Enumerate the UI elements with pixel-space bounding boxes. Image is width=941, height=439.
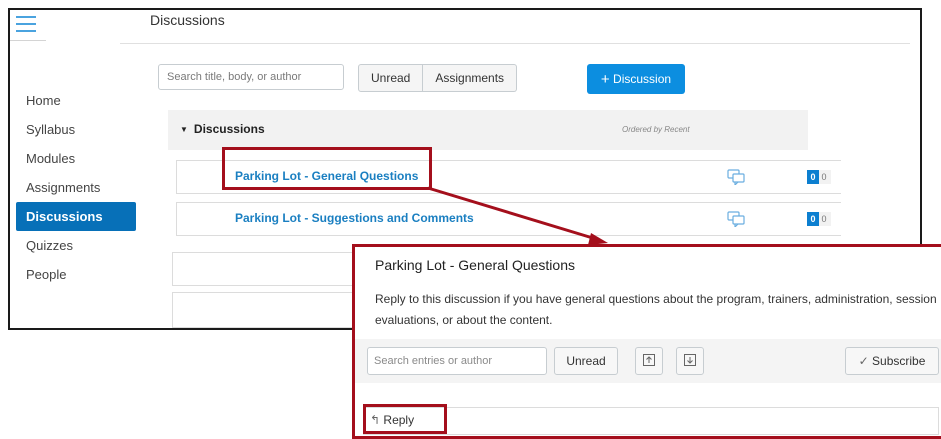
entries-search-input[interactable] — [367, 347, 547, 375]
topic-title: Parking Lot - General Questions — [375, 257, 575, 273]
topic-toolbar: Unread ✓ Subscribe — [355, 339, 941, 383]
collapse-up-icon — [643, 354, 655, 366]
collapse-replies-button[interactable] — [635, 347, 663, 375]
reply-row: ↰ Reply — [363, 407, 939, 435]
topic-message: Reply to this discussion if you have gen… — [375, 292, 937, 327]
unread-filter-button[interactable]: Unread — [554, 347, 618, 375]
expand-replies-button[interactable] — [676, 347, 704, 375]
reply-highlight-box — [363, 404, 447, 434]
subscribe-button[interactable]: ✓ Subscribe — [845, 347, 939, 375]
checkmark-icon: ✓ — [858, 354, 869, 368]
subscribe-label: Subscribe — [872, 354, 926, 368]
expand-down-icon — [684, 354, 696, 366]
